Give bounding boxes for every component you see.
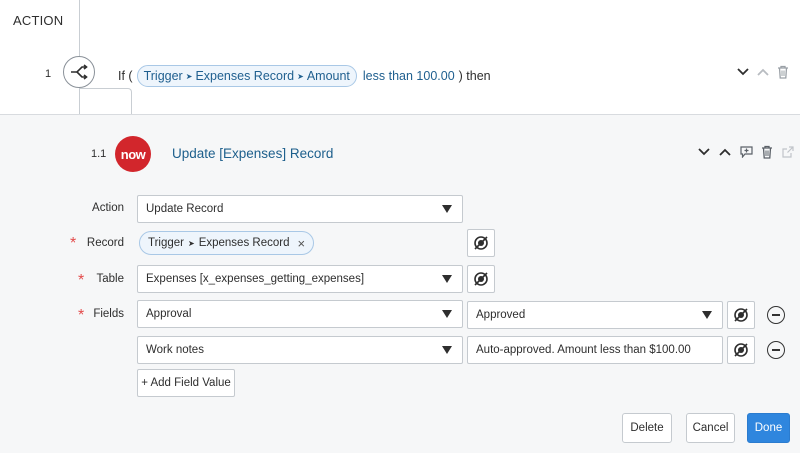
substep-number: 1.1 [91,148,107,160]
arrow-right-icon: ➤ [297,71,304,81]
field-value: Auto-approved. Amount less than $100.00 [476,344,691,356]
condition-operator: less than 100.00 [362,69,455,83]
field-select-value: Approval [146,308,192,320]
add-field-value-button[interactable]: + Add Field Value [137,369,235,397]
arrow-right-icon: ➤ [188,238,195,248]
remove-pill-icon[interactable]: × [297,236,305,251]
record-data-pill[interactable]: Trigger ➤ Expenses Record × [139,231,315,255]
if-prefix: If ( [118,69,133,83]
caret-down-icon [442,205,452,213]
trash-icon[interactable] [776,65,790,79]
fields-label: Fields [93,308,124,320]
required-indicator: * [78,307,85,324]
remove-field-icon[interactable] [767,341,785,359]
delete-button[interactable]: Delete [622,413,672,443]
substep-controls [697,145,795,159]
data-pill-picker-button[interactable] [727,301,755,329]
data-pill-picker-icon [474,236,488,250]
condition-data-pill[interactable]: Trigger ➤ Expenses Record ➤ Amount [136,65,357,87]
table-select[interactable]: Expenses [x_expenses_getting_expenses] [137,265,463,293]
caret-down-icon [702,311,712,319]
if-suffix: ) then [458,69,491,83]
field-select[interactable]: Work notes [137,336,463,364]
section-title: ACTION [13,13,64,28]
field-value-select[interactable]: Approved [467,301,723,329]
data-pill-picker-icon [734,343,748,357]
pill-part: Amount [306,69,350,83]
substep-title[interactable]: Update [Expenses] Record [172,146,333,161]
data-pill-picker-button[interactable] [727,336,755,364]
comment-add-icon[interactable] [739,145,753,159]
action-select-value: Update Record [146,203,224,215]
step-number: 1 [45,68,52,80]
cancel-button[interactable]: Cancel [686,413,735,443]
action-select[interactable]: Update Record [137,195,463,223]
arrow-right-icon: ➤ [185,71,193,81]
data-pill-picker-button[interactable] [467,229,495,257]
pill-part: Trigger [148,237,184,249]
pill-part: Expenses Record [195,69,295,83]
table-select-value: Expenses [x_expenses_getting_expenses] [146,273,365,285]
logo-text: now [120,146,146,162]
data-pill-picker-icon [474,272,488,286]
record-label: Record [86,237,124,249]
chevron-down-icon[interactable] [736,65,750,79]
required-indicator: * [70,235,77,252]
caret-down-icon [442,346,452,354]
pill-part: Expenses Record [198,237,290,249]
field-value: Approved [476,309,526,321]
caret-down-icon [442,310,452,318]
field-value-input[interactable]: Auto-approved. Amount less than $100.00 [467,336,723,364]
branch-icon[interactable] [63,56,95,88]
if-condition[interactable]: If ( Trigger ➤ Expenses Record ➤ Amount … [118,65,491,87]
data-pill-picker-icon [734,308,748,322]
table-label: Table [96,273,125,285]
chevron-up-icon[interactable] [718,145,732,159]
pill-part: Trigger [143,69,183,83]
chevron-down-icon[interactable] [697,145,711,159]
step-controls [736,65,790,79]
field-select[interactable]: Approval [137,300,463,328]
remove-field-icon[interactable] [767,306,785,324]
data-pill-picker-button[interactable] [467,265,495,293]
trash-icon[interactable] [760,145,774,159]
flow-branch-icon [71,64,88,80]
done-button[interactable]: Done [747,413,790,443]
chevron-up-icon[interactable] [756,65,770,79]
caret-down-icon [442,275,452,283]
required-indicator: * [78,272,85,289]
flow-connector-bend [79,88,132,114]
servicenow-logo: now [115,136,151,172]
field-select-value: Work notes [146,344,204,356]
action-label: Action [92,202,124,214]
open-external-icon[interactable] [781,145,795,159]
